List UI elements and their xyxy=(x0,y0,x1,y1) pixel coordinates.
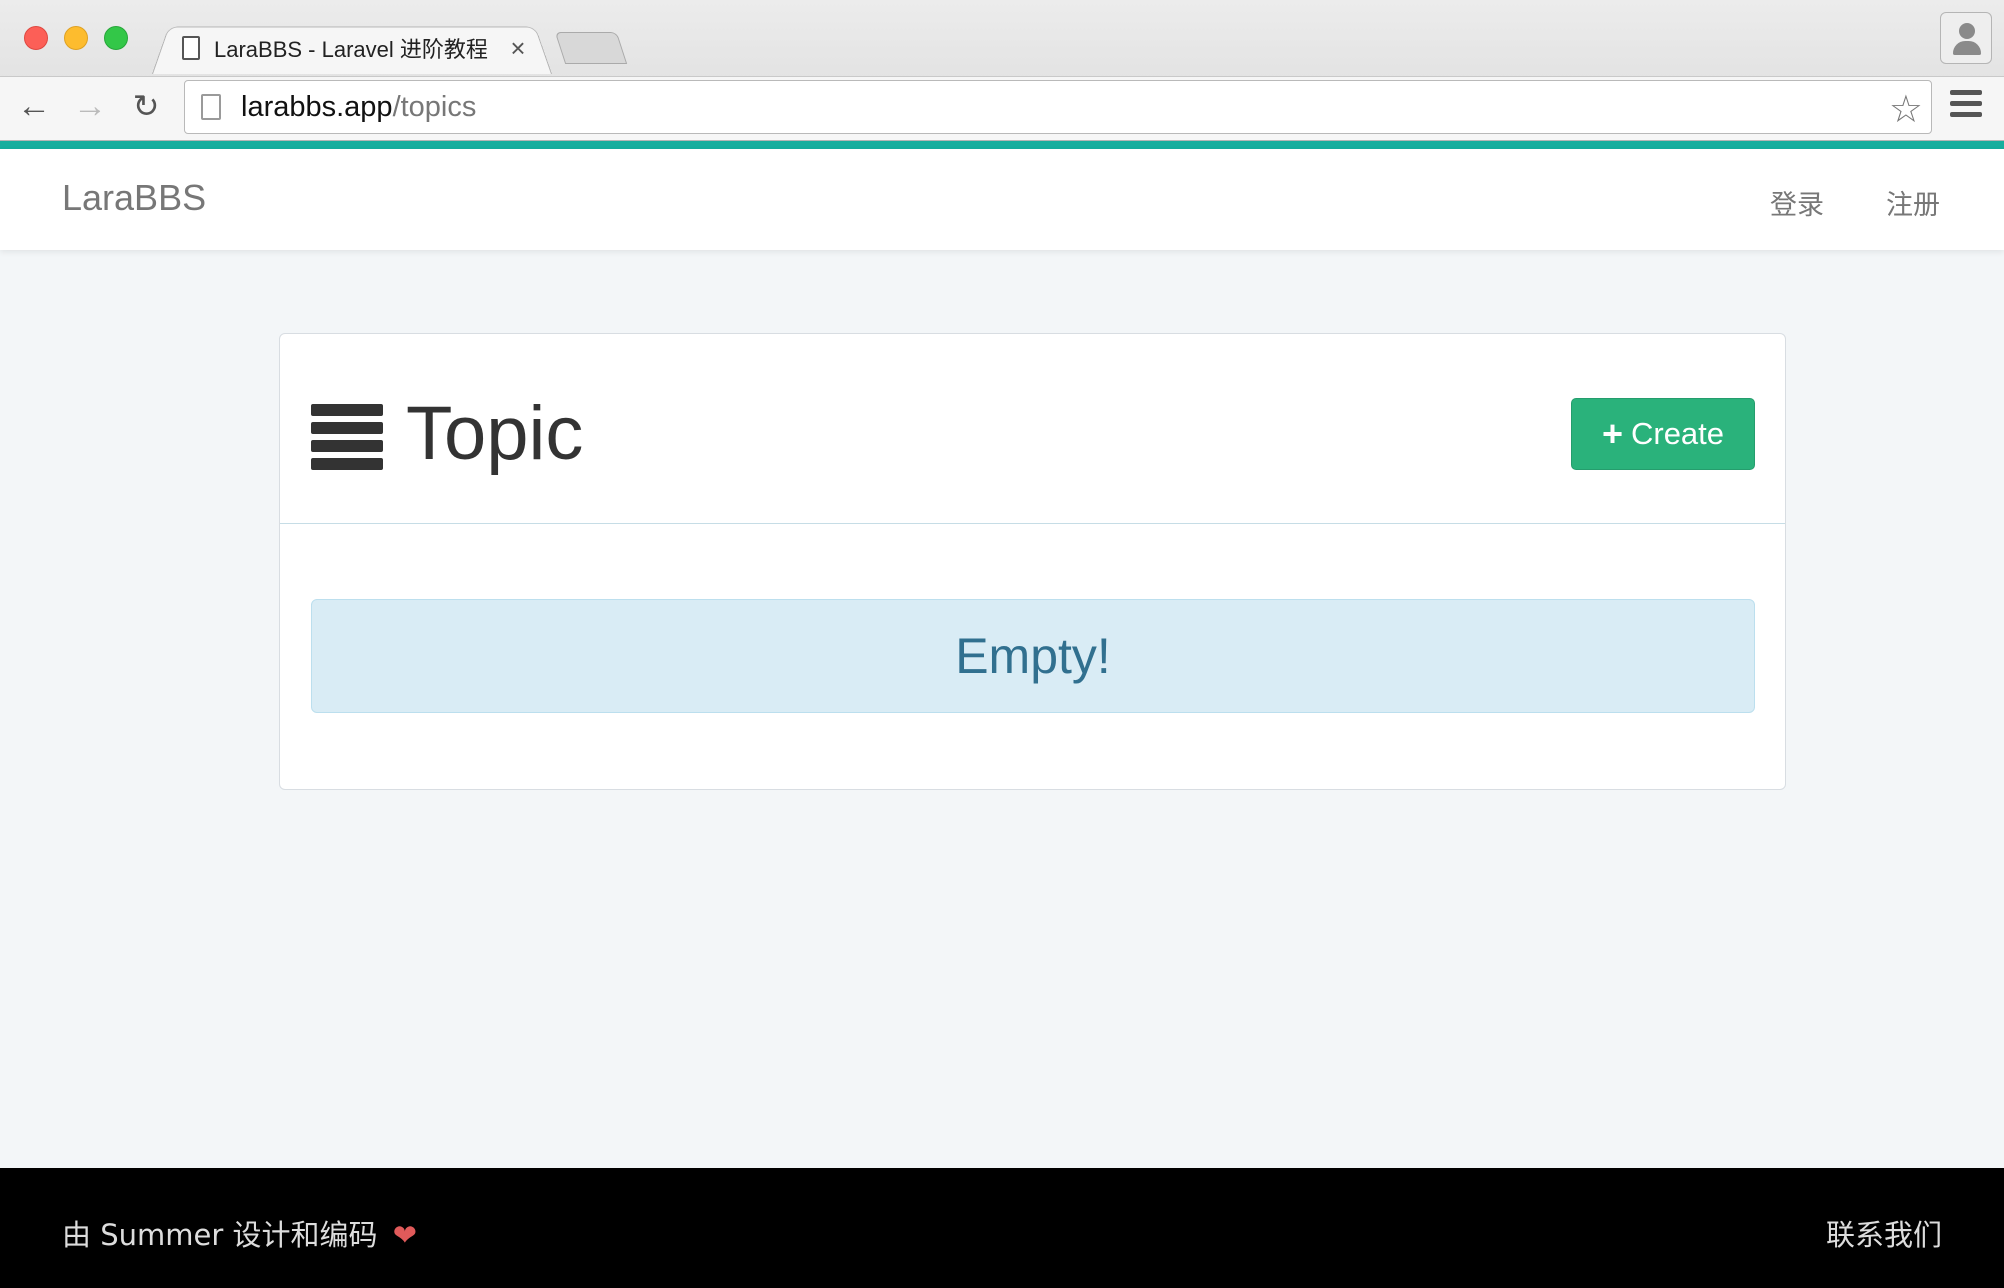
page-icon xyxy=(201,94,221,120)
login-link[interactable]: 登录 xyxy=(1770,183,1824,222)
contact-us-link[interactable]: 联系我们 xyxy=(1826,1212,1942,1254)
app-navbar: LaraBBS 登录 注册 xyxy=(0,149,2004,250)
browser-tab-content[interactable]: LaraBBS - Laravel 进阶教程 × xyxy=(182,30,532,66)
close-tab-icon[interactable]: × xyxy=(504,33,532,64)
accent-bar xyxy=(0,141,2004,149)
list-icon xyxy=(311,404,383,470)
page-title: Topic xyxy=(406,391,584,476)
hamburger-menu-icon[interactable] xyxy=(1950,90,1982,120)
arrow-left-icon[interactable]: ← xyxy=(12,84,56,128)
close-window-button[interactable] xyxy=(24,26,48,50)
url-host: larabbs.app xyxy=(241,90,393,123)
user-profile-icon[interactable] xyxy=(1940,12,1992,64)
empty-message: Empty! xyxy=(955,628,1111,684)
footer: 由 Summer 设计和编码 ❤ 联系我们 xyxy=(0,1168,2004,1288)
plus-icon: + xyxy=(1601,413,1623,454)
browser-chrome: LaraBBS - Laravel 进阶教程 × ← → ↻ larabbs.a… xyxy=(0,0,2004,141)
document-icon xyxy=(182,36,200,60)
footer-credit: 由 Summer 设计和编码 ❤ xyxy=(62,1212,417,1254)
brand-link[interactable]: LaraBBS xyxy=(62,177,206,219)
heart-icon: ❤ xyxy=(392,1218,418,1252)
topics-panel: Topic + Create Empty! xyxy=(279,333,1786,790)
maximize-window-button[interactable] xyxy=(104,26,128,50)
empty-state-alert: Empty! xyxy=(311,599,1755,713)
new-tab-button[interactable] xyxy=(554,32,628,64)
star-icon[interactable]: ☆ xyxy=(1889,87,1923,132)
create-topic-button[interactable]: + Create xyxy=(1571,398,1755,470)
arrow-right-icon[interactable]: → xyxy=(68,84,112,128)
tab-title: LaraBBS - Laravel 进阶教程 xyxy=(214,37,488,62)
address-bar[interactable]: larabbs.app /topics ☆ xyxy=(184,80,1932,134)
reload-icon[interactable]: ↻ xyxy=(124,84,168,128)
create-button-label: Create xyxy=(1630,416,1725,451)
url-path: /topics xyxy=(392,90,477,123)
panel-header: Topic + Create xyxy=(280,334,1785,524)
footer-credit-text: 由 Summer 设计和编码 xyxy=(62,1218,378,1252)
minimize-window-button[interactable] xyxy=(64,26,88,50)
register-link[interactable]: 注册 xyxy=(1886,183,1940,222)
